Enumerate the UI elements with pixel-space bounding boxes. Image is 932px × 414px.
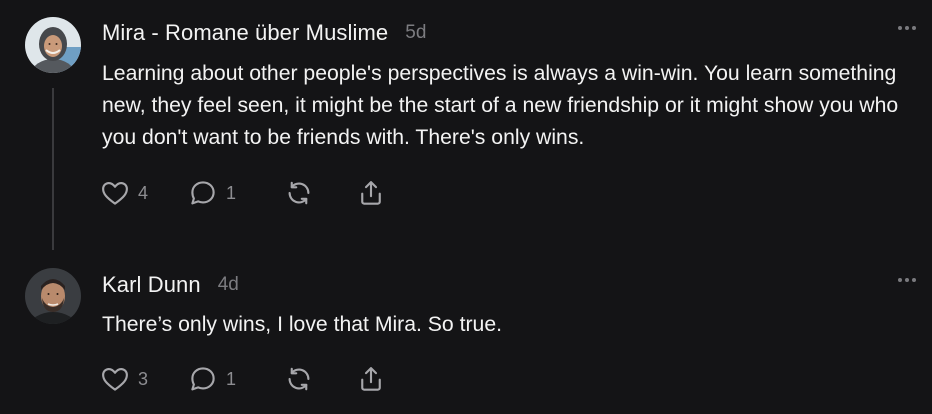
author-name[interactable]: Mira - Romane über Muslime [102, 20, 388, 46]
comment-post: Mira - Romane über Muslime 5d Learning a… [0, 0, 932, 250]
post-header: Mira - Romane über Muslime 5d [102, 18, 426, 48]
repost-button[interactable] [284, 178, 356, 208]
like-count: 4 [138, 182, 149, 203]
heart-icon [102, 181, 128, 205]
action-bar: 4 1 [100, 178, 386, 208]
repost-icon [288, 367, 310, 391]
like-count: 3 [138, 368, 149, 389]
comment-icon [191, 181, 215, 205]
heart-icon [102, 367, 128, 391]
more-icon[interactable] [898, 278, 916, 282]
post-time[interactable]: 4d [218, 274, 239, 296]
repost-icon [288, 181, 310, 205]
repost-button[interactable] [284, 364, 356, 394]
like-button[interactable]: 3 [100, 364, 188, 394]
share-icon [361, 367, 381, 391]
post-text: There’s only wins, I love that Mira. So … [102, 313, 502, 336]
reply-count: 1 [226, 182, 237, 203]
comment-icon [191, 367, 215, 391]
reply-count: 1 [226, 368, 237, 389]
like-button[interactable]: 4 [100, 178, 188, 208]
reply-button[interactable]: 1 [188, 178, 284, 208]
avatar[interactable] [25, 268, 81, 324]
reply-button[interactable]: 1 [188, 364, 284, 394]
post-header: Karl Dunn 4d [102, 270, 239, 300]
share-button[interactable] [356, 178, 386, 208]
share-icon [361, 181, 381, 205]
comment-thread: Mira - Romane über Muslime 5d Learning a… [0, 0, 932, 414]
post-text: Learning about other people's perspectiv… [102, 62, 899, 149]
thread-line [52, 88, 54, 250]
author-name[interactable]: Karl Dunn [102, 272, 201, 298]
more-icon[interactable] [898, 26, 916, 30]
comment-post: Karl Dunn 4d There’s only wins, I love t… [0, 252, 932, 414]
avatar[interactable] [25, 17, 81, 73]
action-bar: 3 1 [100, 364, 386, 394]
share-button[interactable] [356, 364, 386, 394]
post-time[interactable]: 5d [405, 22, 426, 44]
